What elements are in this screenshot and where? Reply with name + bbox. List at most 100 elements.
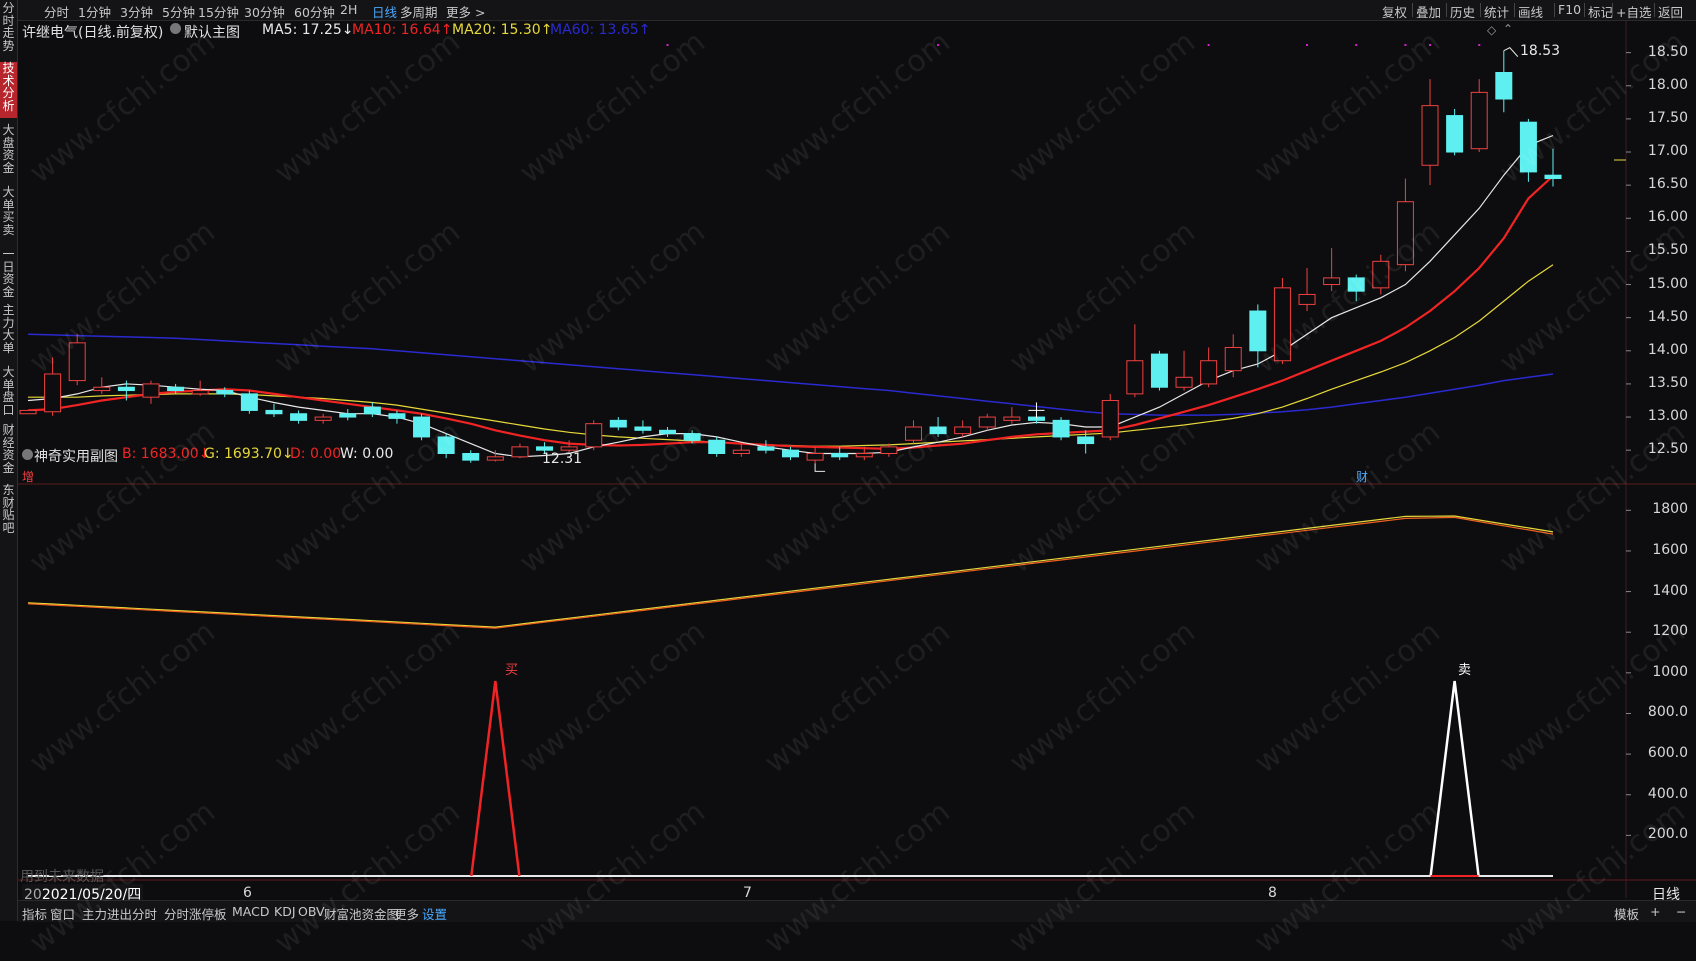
candle-body-up — [1372, 260, 1390, 289]
candle-body-down — [831, 452, 849, 458]
signal-dot — [1306, 44, 1309, 46]
candle-body-up — [978, 416, 996, 428]
x-month-8: 8 — [1268, 885, 1277, 901]
candle-body-up — [806, 452, 824, 461]
price-tick: 17.00 — [1647, 143, 1688, 159]
candle-body-down — [167, 386, 185, 392]
high-price-label: 18.53 — [1520, 43, 1561, 59]
low-price-label: 12.31 — [542, 451, 583, 467]
sub-tick: 400.0 — [1647, 785, 1688, 802]
candle-body-down — [929, 426, 947, 435]
sub-b-line — [27, 516, 1554, 629]
signal-dot — [1355, 44, 1358, 46]
cai-marker[interactable]: 财 — [1356, 468, 1368, 485]
candle-body-down — [1249, 310, 1267, 352]
low-pointer — [814, 463, 826, 472]
candle-body-up — [904, 426, 922, 441]
candle-body-up — [1273, 287, 1291, 362]
candle-body-up — [1200, 360, 1218, 385]
candle-body-down — [1077, 436, 1095, 445]
candle-body-down — [437, 436, 455, 454]
bottom-tab-6[interactable]: OBV — [298, 904, 325, 919]
sell-signal-spike — [1429, 680, 1480, 877]
bottom-tab-4[interactable]: MACD — [232, 904, 269, 919]
sub-tick: 1400 — [1652, 582, 1688, 599]
buy-signal-spike — [470, 680, 521, 877]
candle-body-up — [1323, 277, 1341, 286]
bottom-tab-0[interactable]: 指标 — [22, 904, 47, 923]
candle-body-up — [142, 383, 160, 398]
candle-body-up — [1421, 105, 1439, 166]
candle-body-up — [44, 373, 62, 413]
sub-tick: 800.0 — [1647, 704, 1688, 721]
candle-body-down — [413, 416, 431, 438]
bottom-tab-5[interactable]: KDJ — [274, 904, 296, 919]
zeng-marker: 增 — [22, 470, 35, 484]
candle-body-up — [855, 452, 873, 458]
candle-body-up — [1003, 416, 1021, 421]
candle-body-up — [1470, 91, 1488, 150]
candle-body-down — [683, 433, 701, 441]
candle-body-down — [1150, 353, 1168, 388]
candle-body-down — [1495, 72, 1513, 100]
candle-body-down — [609, 419, 627, 428]
bottom-tab-8[interactable]: 更多 — [394, 904, 419, 923]
price-tick: 17.50 — [1647, 109, 1688, 126]
price-tick: 13.00 — [1647, 408, 1688, 425]
price-tick: 16.00 — [1647, 209, 1688, 226]
price-tick: 16.50 — [1647, 176, 1688, 193]
x-month-6: 6 — [243, 885, 252, 901]
candle-body-down — [265, 409, 283, 415]
signal-dot — [1207, 44, 1210, 46]
candle-body-up — [954, 426, 972, 435]
candle-body-down — [708, 439, 726, 454]
sell-signal-label: 卖 — [1458, 663, 1472, 678]
sub-tick: 1800 — [1652, 501, 1688, 518]
price-tick: 15.50 — [1647, 242, 1688, 259]
price-tick: 12.50 — [1647, 441, 1688, 458]
candle-body-down — [339, 413, 357, 418]
bottom-tab-9[interactable]: 设置 — [422, 904, 447, 923]
ma20-line — [28, 264, 1554, 447]
candle-body-down — [290, 413, 308, 421]
price-tick: 14.00 — [1647, 341, 1688, 358]
signal-dot — [1429, 44, 1432, 46]
signal-dot — [937, 44, 940, 46]
signal-dot — [1478, 44, 1481, 46]
template-button[interactable]: 模板 — [1614, 904, 1639, 923]
candle-body-down — [536, 446, 554, 451]
candle-body-down — [1544, 174, 1562, 180]
candle-body-up — [1126, 360, 1144, 395]
zoom-in-icon[interactable]: + — [1650, 904, 1660, 919]
price-tick: 18.00 — [1647, 76, 1688, 93]
sub-tick: 600.0 — [1647, 745, 1688, 762]
bottom-tab-2[interactable]: 主力进出分时 — [82, 904, 157, 923]
signal-dot — [1404, 44, 1407, 46]
candle-body-up — [511, 446, 529, 458]
candle-body-down — [1052, 419, 1070, 438]
candle-body-up — [93, 386, 111, 392]
kline-chart[interactable] — [0, 0, 1696, 921]
sub-tick: 200.0 — [1647, 826, 1688, 843]
candle-body-up — [1298, 293, 1316, 305]
price-tick: 13.50 — [1647, 374, 1688, 391]
candle-body-down — [363, 406, 381, 415]
candle-body-up — [585, 423, 603, 448]
bottom-tab-1[interactable]: 窗口 — [50, 904, 75, 923]
candle-body-down — [240, 393, 258, 411]
candle-body-down — [782, 449, 799, 458]
price-tick: 14.50 — [1647, 308, 1688, 325]
candle-body-up — [732, 449, 750, 454]
candle-body-down — [659, 429, 677, 435]
sub-tick: 1000 — [1652, 663, 1688, 680]
bottom-tab-3[interactable]: 分时涨停板 — [164, 904, 227, 923]
candle-body-up — [314, 416, 332, 421]
candle-body-up — [19, 409, 37, 415]
candle-body-down — [1519, 121, 1537, 173]
bottom-tab-7[interactable]: 财富池资金图 — [324, 904, 399, 923]
candle-body-up — [560, 446, 578, 451]
candle-body-down — [1446, 115, 1464, 153]
candle-body-down — [1347, 277, 1365, 292]
candle-body-down — [634, 426, 652, 431]
zoom-out-icon[interactable]: − — [1676, 904, 1686, 919]
